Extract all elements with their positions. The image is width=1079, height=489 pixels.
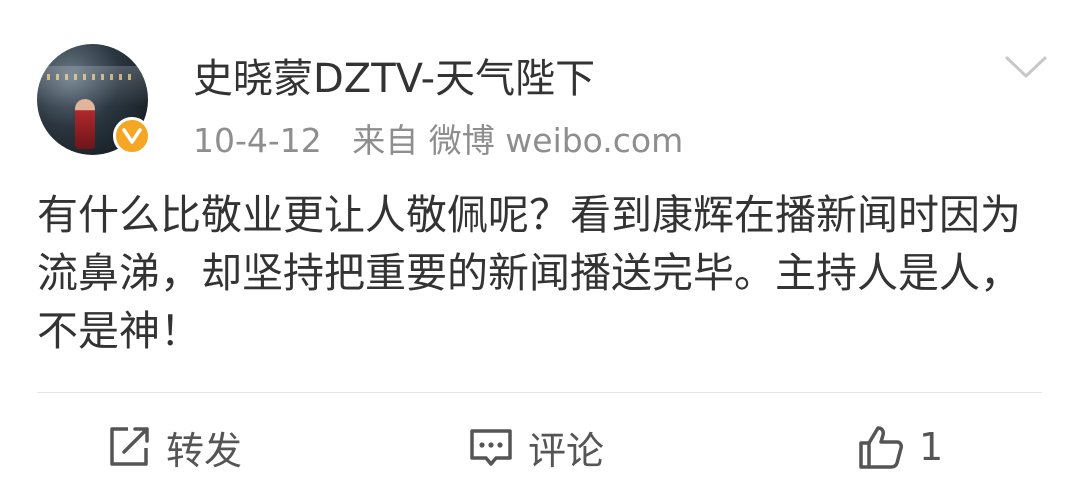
post-text: 有什么比敬业更让人敬佩呢？看到康辉在播新闻时因为流鼻涕，却坚持把重要的新闻播送完… <box>37 191 1021 355</box>
comment-icon <box>470 429 512 466</box>
like-button[interactable]: 1 <box>857 420 943 474</box>
username[interactable]: 史晓蒙DZTV-天气陛下 <box>193 46 595 104</box>
avatar-city-lights <box>47 74 137 80</box>
repost-label: 转发 <box>166 428 243 473</box>
repost-icon <box>110 427 149 466</box>
repost-button[interactable]: 转发 <box>106 420 242 474</box>
post-meta: 10-4-12 来自 微博 weibo.com <box>193 114 703 162</box>
divider <box>37 392 1042 393</box>
thumbs-up-icon <box>859 426 903 469</box>
post-source: 来自 微博 weibo.com <box>352 121 684 160</box>
like-count: 1 <box>919 425 944 469</box>
comment-button[interactable]: 评论 <box>468 420 604 474</box>
comment-label: 评论 <box>528 428 605 473</box>
chevron-down-icon[interactable] <box>1004 54 1048 82</box>
avatar-person <box>75 99 95 149</box>
verified-v-icon <box>113 117 151 155</box>
avatar-background <box>37 66 148 106</box>
post-date: 10-4-12 <box>193 121 322 160</box>
